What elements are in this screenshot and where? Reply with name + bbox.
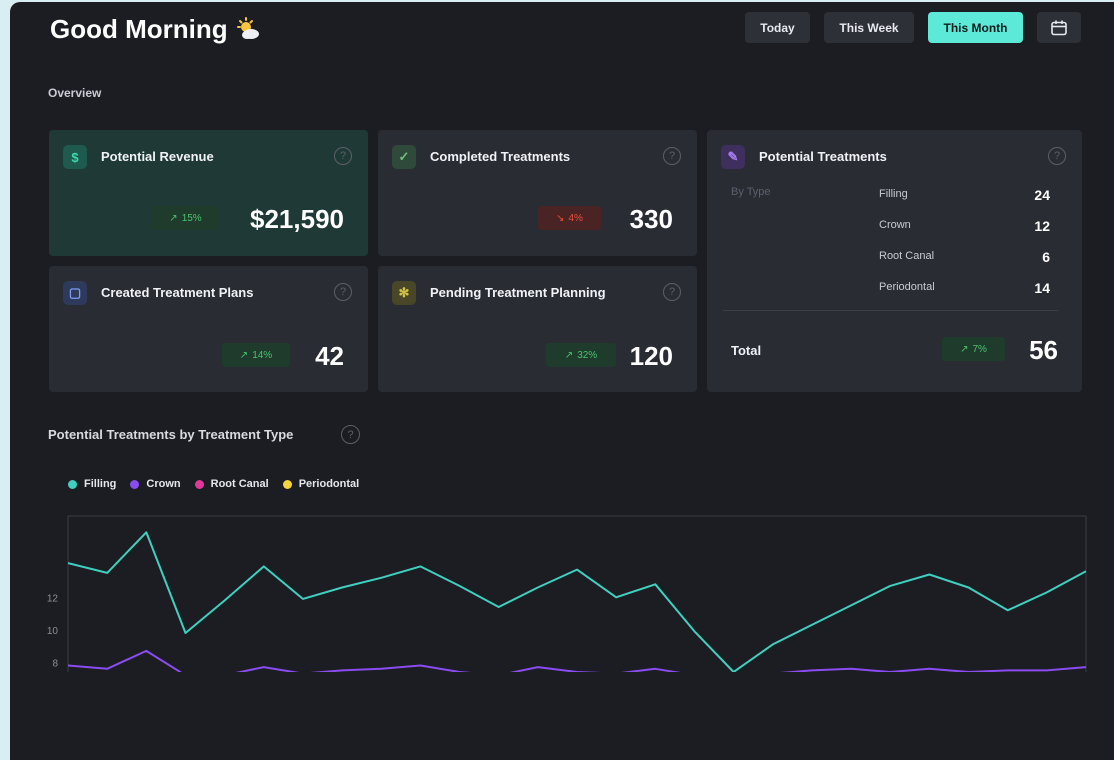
y-tick-label: 8 <box>52 658 58 669</box>
series-line-crown <box>68 649 1086 672</box>
series-line-filling <box>68 531 1086 672</box>
line-chart: 12 10 8 <box>47 515 1087 672</box>
y-tick-label: 10 <box>47 626 59 637</box>
dashboard-app: Good Morning Today This Week This Month … <box>10 2 1114 760</box>
y-tick-label: 12 <box>47 593 59 604</box>
